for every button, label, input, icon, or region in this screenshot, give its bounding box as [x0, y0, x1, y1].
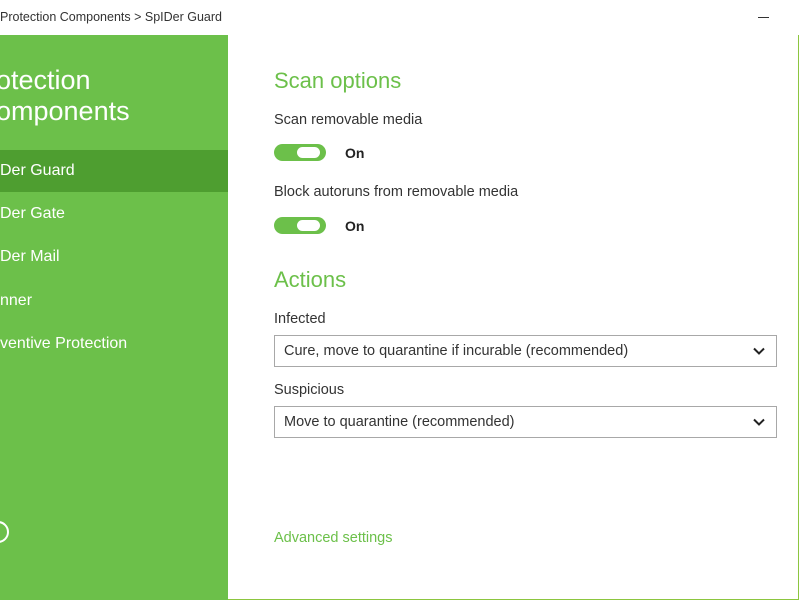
infected-label: Infected [274, 311, 326, 327]
sidebar-item-preventive-protection[interactable]: ventive Protection [0, 323, 228, 365]
suspicious-select-value: Move to quarantine (recommended) [284, 414, 515, 430]
sidebar: otection omponents Der Guard Der Gate De… [0, 35, 228, 600]
title-bar: Protection Components > SpIDer Guard [0, 0, 800, 35]
sidebar-item-label: Der Guard [0, 162, 75, 179]
block-autoruns-toggle[interactable] [274, 217, 326, 234]
sidebar-heading: otection omponents [0, 65, 130, 127]
main-panel: Scan options Scan removable media On Blo… [228, 35, 800, 600]
advanced-settings-link[interactable]: Advanced settings [274, 530, 393, 546]
sidebar-item-label: nner [0, 292, 33, 309]
breadcrumb: Protection Components > SpIDer Guard [0, 10, 222, 24]
infected-select[interactable]: Cure, move to quarantine if incurable (r… [274, 335, 777, 367]
suspicious-select[interactable]: Move to quarantine (recommended) [274, 406, 777, 438]
chevron-down-icon [753, 347, 765, 355]
help-icon[interactable] [0, 521, 9, 543]
sidebar-item-spider-mail[interactable]: Der Mail [0, 236, 228, 278]
minimize-icon[interactable] [752, 6, 774, 28]
toggle-knob [297, 220, 320, 231]
sidebar-item-spider-guard[interactable]: Der Guard [0, 150, 228, 192]
sidebar-item-label: ventive Protection [0, 335, 128, 352]
suspicious-label: Suspicious [274, 382, 345, 398]
sidebar-item-scanner[interactable]: nner [0, 280, 228, 322]
sidebar-item-label: Der Mail [0, 248, 60, 265]
sidebar-heading-line1: otection [0, 65, 91, 95]
scan-removable-label: Scan removable media [274, 112, 423, 128]
scan-removable-toggle[interactable] [274, 144, 326, 161]
scan-options-title: Scan options [274, 68, 402, 93]
sidebar-heading-line2: omponents [0, 96, 130, 126]
toggle-knob [297, 147, 320, 158]
block-autoruns-label: Block autoruns from removable media [274, 184, 519, 200]
infected-select-value: Cure, move to quarantine if incurable (r… [284, 343, 629, 359]
sidebar-item-label: Der Gate [0, 205, 65, 222]
actions-title: Actions [274, 267, 347, 292]
scan-removable-state: On [345, 145, 365, 161]
sidebar-item-spider-gate[interactable]: Der Gate [0, 193, 228, 235]
chevron-down-icon [753, 418, 765, 426]
block-autoruns-state: On [345, 218, 365, 234]
